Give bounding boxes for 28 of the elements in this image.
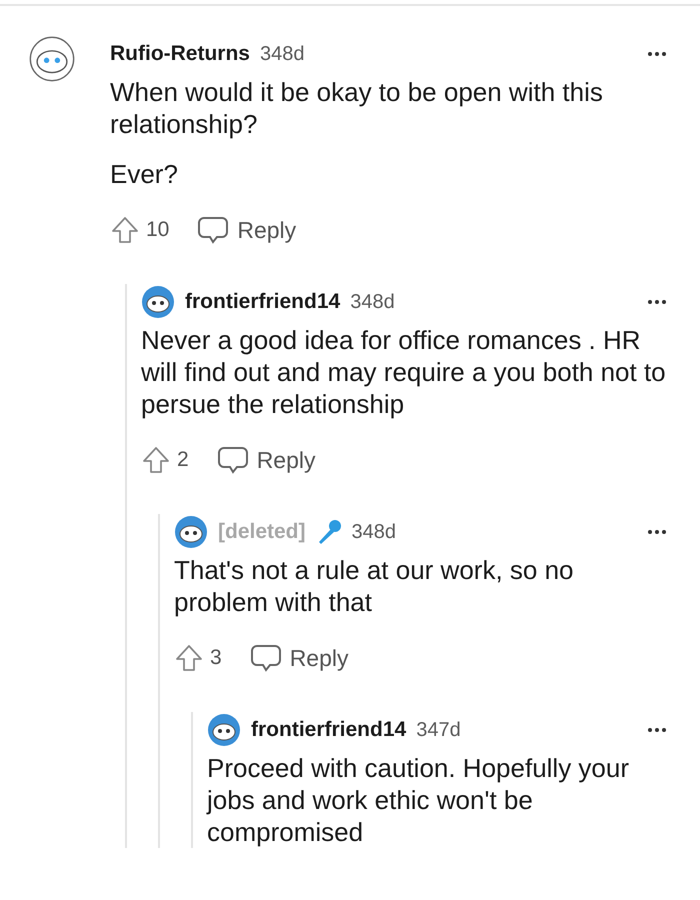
upvote-icon <box>141 445 171 475</box>
comment-age: 348d <box>350 290 395 314</box>
avatar-icon <box>207 713 241 747</box>
upvote-icon <box>174 643 204 673</box>
comment-age: 348d <box>260 42 304 66</box>
upvote-button[interactable]: 2 <box>141 445 189 475</box>
avatar-icon <box>29 36 75 82</box>
comment-bubble-icon <box>197 215 230 245</box>
comment-text: When would it be okay to be open with this relationship? <box>110 76 604 140</box>
avatar-icon <box>174 515 208 549</box>
comment-text: Never a good idea for office romances . HR will find out and may require a you both not to persue the relationship <box>141 324 667 420</box>
avatar-icon <box>141 285 175 319</box>
comment-text: Ever? <box>110 158 179 190</box>
author-name[interactable]: frontierfriend14 <box>185 290 340 314</box>
comment-age: 348d <box>352 520 396 544</box>
comment-bubble-icon <box>216 445 249 475</box>
comment-text: That's not a rule at our work, so no problem with that <box>174 554 574 618</box>
reply-button[interactable]: Reply <box>197 215 296 245</box>
reply-button[interactable]: Reply <box>216 445 316 475</box>
comment-bubble-icon <box>250 643 282 673</box>
upvote-button[interactable]: 10 <box>110 215 170 245</box>
upvote-icon <box>110 215 140 245</box>
comment-text: Proceed with caution. Hopefully your jobs and work ethic won't be compromised <box>207 752 630 848</box>
upvote-button[interactable]: 3 <box>174 643 222 673</box>
comment-age: 347d <box>416 718 461 742</box>
reply-button[interactable]: Reply <box>250 643 348 673</box>
author-name[interactable]: frontierfriend14 <box>251 718 406 742</box>
author-name[interactable]: Rufio-Returns <box>110 42 250 66</box>
